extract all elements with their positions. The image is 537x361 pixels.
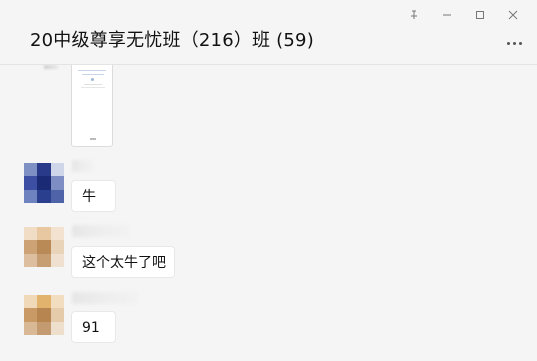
window-controls xyxy=(397,6,529,24)
more-options-icon[interactable] xyxy=(507,38,525,48)
maximize-icon[interactable] xyxy=(463,6,496,24)
message-list[interactable]: 牛 这个太牛了吧 91 xyxy=(0,65,537,361)
chat-title: 20中级尊享无忧班（216）班 (59) xyxy=(30,30,314,51)
sender-nickname xyxy=(72,292,138,304)
message-text: 这个太牛了吧 xyxy=(82,255,166,271)
message-bubble[interactable]: 91 xyxy=(71,311,116,343)
minimize-icon[interactable] xyxy=(430,6,463,24)
pin-icon[interactable] xyxy=(397,6,430,24)
message-bubble[interactable]: 这个太牛了吧 xyxy=(71,246,175,278)
image-message[interactable] xyxy=(71,65,113,147)
close-icon[interactable] xyxy=(496,6,529,24)
avatar[interactable] xyxy=(24,163,64,203)
chat-window: 20中级尊享无忧班（216）班 (59) 牛 这个太牛了吧 91 xyxy=(0,0,537,361)
nickname-fragment xyxy=(44,65,58,69)
message-text: 牛 xyxy=(82,189,96,205)
sender-nickname xyxy=(72,160,94,172)
message-bubble[interactable]: 牛 xyxy=(71,180,116,212)
sender-nickname xyxy=(72,225,130,237)
avatar[interactable] xyxy=(24,227,64,267)
message-text: 91 xyxy=(82,320,100,336)
avatar[interactable] xyxy=(24,295,64,335)
